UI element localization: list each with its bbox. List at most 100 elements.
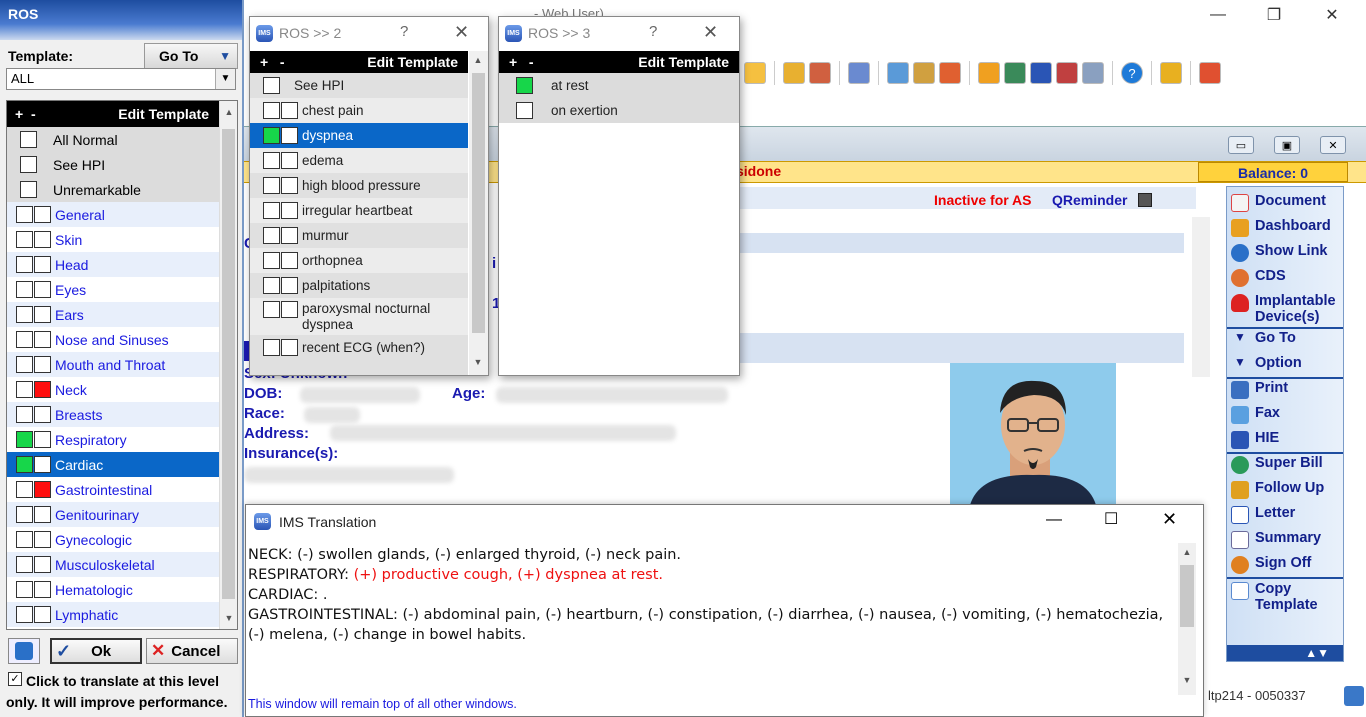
patient-minimize-button[interactable]: ▭ [1228, 136, 1254, 154]
list-item[interactable]: at rest [499, 73, 739, 98]
negative-checkbox[interactable] [281, 202, 298, 219]
list-item[interactable]: See HPI [250, 73, 468, 98]
close-button[interactable]: ✕ [703, 22, 718, 43]
close-button[interactable]: ✕ [454, 22, 469, 43]
list-item[interactable]: murmur [250, 223, 468, 248]
scroll-up-icon[interactable]: ▲ [220, 107, 237, 117]
negative-checkbox[interactable] [34, 481, 51, 498]
positive-checkbox[interactable] [16, 481, 33, 498]
scroll-thumb[interactable] [1180, 565, 1194, 627]
negative-checkbox[interactable] [34, 306, 51, 323]
negative-checkbox[interactable] [34, 256, 51, 273]
checkbox[interactable] [20, 156, 37, 173]
negative-checkbox[interactable] [281, 227, 298, 244]
list-item[interactable]: See HPI [7, 152, 219, 177]
menu-follow-up[interactable]: Follow Up [1231, 480, 1324, 499]
toolbar-back-icon[interactable] [978, 62, 1000, 84]
list-item[interactable]: irregular heartbeat [250, 198, 468, 223]
patient-restore-button[interactable]: ▣ [1274, 136, 1300, 154]
scroll-thumb[interactable] [222, 129, 235, 599]
close-button[interactable]: ✕ [1162, 509, 1177, 530]
menu-option[interactable]: ▼ Option [1231, 355, 1302, 371]
list-item[interactable]: edema [250, 148, 468, 173]
minimize-button[interactable]: — [1196, 0, 1240, 30]
toolbar-help-icon[interactable]: ? [1121, 62, 1143, 84]
scroll-down-icon[interactable]: ▼ [469, 357, 487, 367]
checkbox[interactable] [20, 131, 37, 148]
positive-checkbox[interactable] [16, 256, 33, 273]
positive-checkbox[interactable] [16, 531, 33, 548]
list-item[interactable]: dyspnea [250, 123, 468, 148]
minimize-button[interactable]: — [1046, 511, 1062, 529]
list-item[interactable]: Respiratory [7, 427, 219, 452]
menu-sign-off[interactable]: Sign Off [1231, 555, 1311, 574]
menu-copy-template[interactable]: Copy Template [1231, 581, 1331, 613]
list-item[interactable]: orthopnea [250, 248, 468, 273]
positive-checkbox[interactable] [16, 281, 33, 298]
scroll-down-icon[interactable]: ▼ [220, 613, 237, 623]
toolbar-records-icon[interactable] [848, 62, 870, 84]
positive-checkbox[interactable] [16, 331, 33, 348]
list-item[interactable]: All Normal [7, 127, 219, 152]
positive-checkbox[interactable] [16, 506, 33, 523]
positive-checkbox[interactable] [263, 152, 280, 169]
menu-scroll-arrows[interactable]: ▲▼ [1227, 645, 1343, 661]
menu-show-link[interactable]: Show Link [1231, 243, 1328, 262]
toolbar-word-icon[interactable] [1030, 62, 1052, 84]
toolbar-report-icon[interactable] [1056, 62, 1078, 84]
goto-button[interactable]: Go To ▼ [144, 43, 238, 69]
list-item[interactable]: Musculoskeletal [7, 552, 219, 577]
negative-checkbox[interactable] [34, 406, 51, 423]
list-item[interactable]: palpitations [250, 273, 468, 298]
menu-print[interactable]: Print [1231, 380, 1288, 399]
translate-button[interactable] [8, 638, 40, 664]
positive-checkbox[interactable] [16, 431, 33, 448]
list-item[interactable]: General [7, 202, 219, 227]
negative-checkbox[interactable] [281, 301, 298, 318]
toolbar-calendar-icon[interactable] [744, 62, 766, 84]
restore-button[interactable]: ❐ [1252, 0, 1296, 30]
translation-scrollbar[interactable]: ▲ ▼ [1178, 543, 1196, 695]
ok-button[interactable]: ✓ Ok [50, 638, 142, 664]
help-button[interactable]: ? [649, 23, 657, 40]
list-item[interactable]: Neck [7, 377, 219, 402]
negative-checkbox[interactable] [281, 102, 298, 119]
expand-collapse-controls[interactable]: + - [509, 54, 534, 70]
negative-checkbox[interactable] [34, 231, 51, 248]
positive-checkbox[interactable] [16, 606, 33, 623]
list-item[interactable]: Ears [7, 302, 219, 327]
list-item[interactable]: Cardiac [7, 452, 219, 477]
toolbar-chart-icon[interactable] [783, 62, 805, 84]
expand-collapse-controls[interactable]: + - [260, 54, 285, 70]
positive-checkbox[interactable] [263, 202, 280, 219]
list-item[interactable]: on exertion [499, 98, 739, 123]
positive-checkbox[interactable] [263, 227, 280, 244]
positive-checkbox[interactable] [263, 339, 280, 356]
ros2-scrollbar[interactable]: ▲ ▼ [469, 51, 488, 375]
positive-checkbox[interactable] [16, 456, 33, 473]
negative-checkbox[interactable] [281, 127, 298, 144]
scroll-up-icon[interactable]: ▲ [1178, 547, 1196, 557]
list-item[interactable]: high blood pressure [250, 173, 468, 198]
toolbar-patient-icon[interactable] [809, 62, 831, 84]
negative-checkbox[interactable] [34, 281, 51, 298]
list-item[interactable]: chest pain [250, 98, 468, 123]
checkbox[interactable] [20, 181, 37, 198]
menu-hie[interactable]: HIE [1231, 430, 1279, 449]
maximize-button[interactable]: ☐ [1104, 509, 1118, 529]
scroll-down-icon[interactable]: ▼ [1178, 675, 1196, 685]
scroll-thumb[interactable] [472, 73, 485, 333]
menu-document[interactable]: Document [1231, 193, 1326, 212]
positive-checkbox[interactable] [263, 177, 280, 194]
negative-checkbox[interactable] [34, 331, 51, 348]
negative-checkbox[interactable] [34, 556, 51, 573]
menu-dashboard[interactable]: Dashboard [1231, 218, 1331, 237]
positive-checkbox[interactable] [16, 231, 33, 248]
qreminder-label[interactable]: QReminder [1052, 192, 1127, 208]
positive-checkbox[interactable] [16, 556, 33, 573]
positive-checkbox[interactable] [16, 581, 33, 598]
negative-checkbox[interactable] [34, 456, 51, 473]
menu-go-to[interactable]: ▼ Go To [1231, 330, 1296, 346]
list-item[interactable]: Lymphatic [7, 602, 219, 627]
negative-checkbox[interactable] [34, 381, 51, 398]
